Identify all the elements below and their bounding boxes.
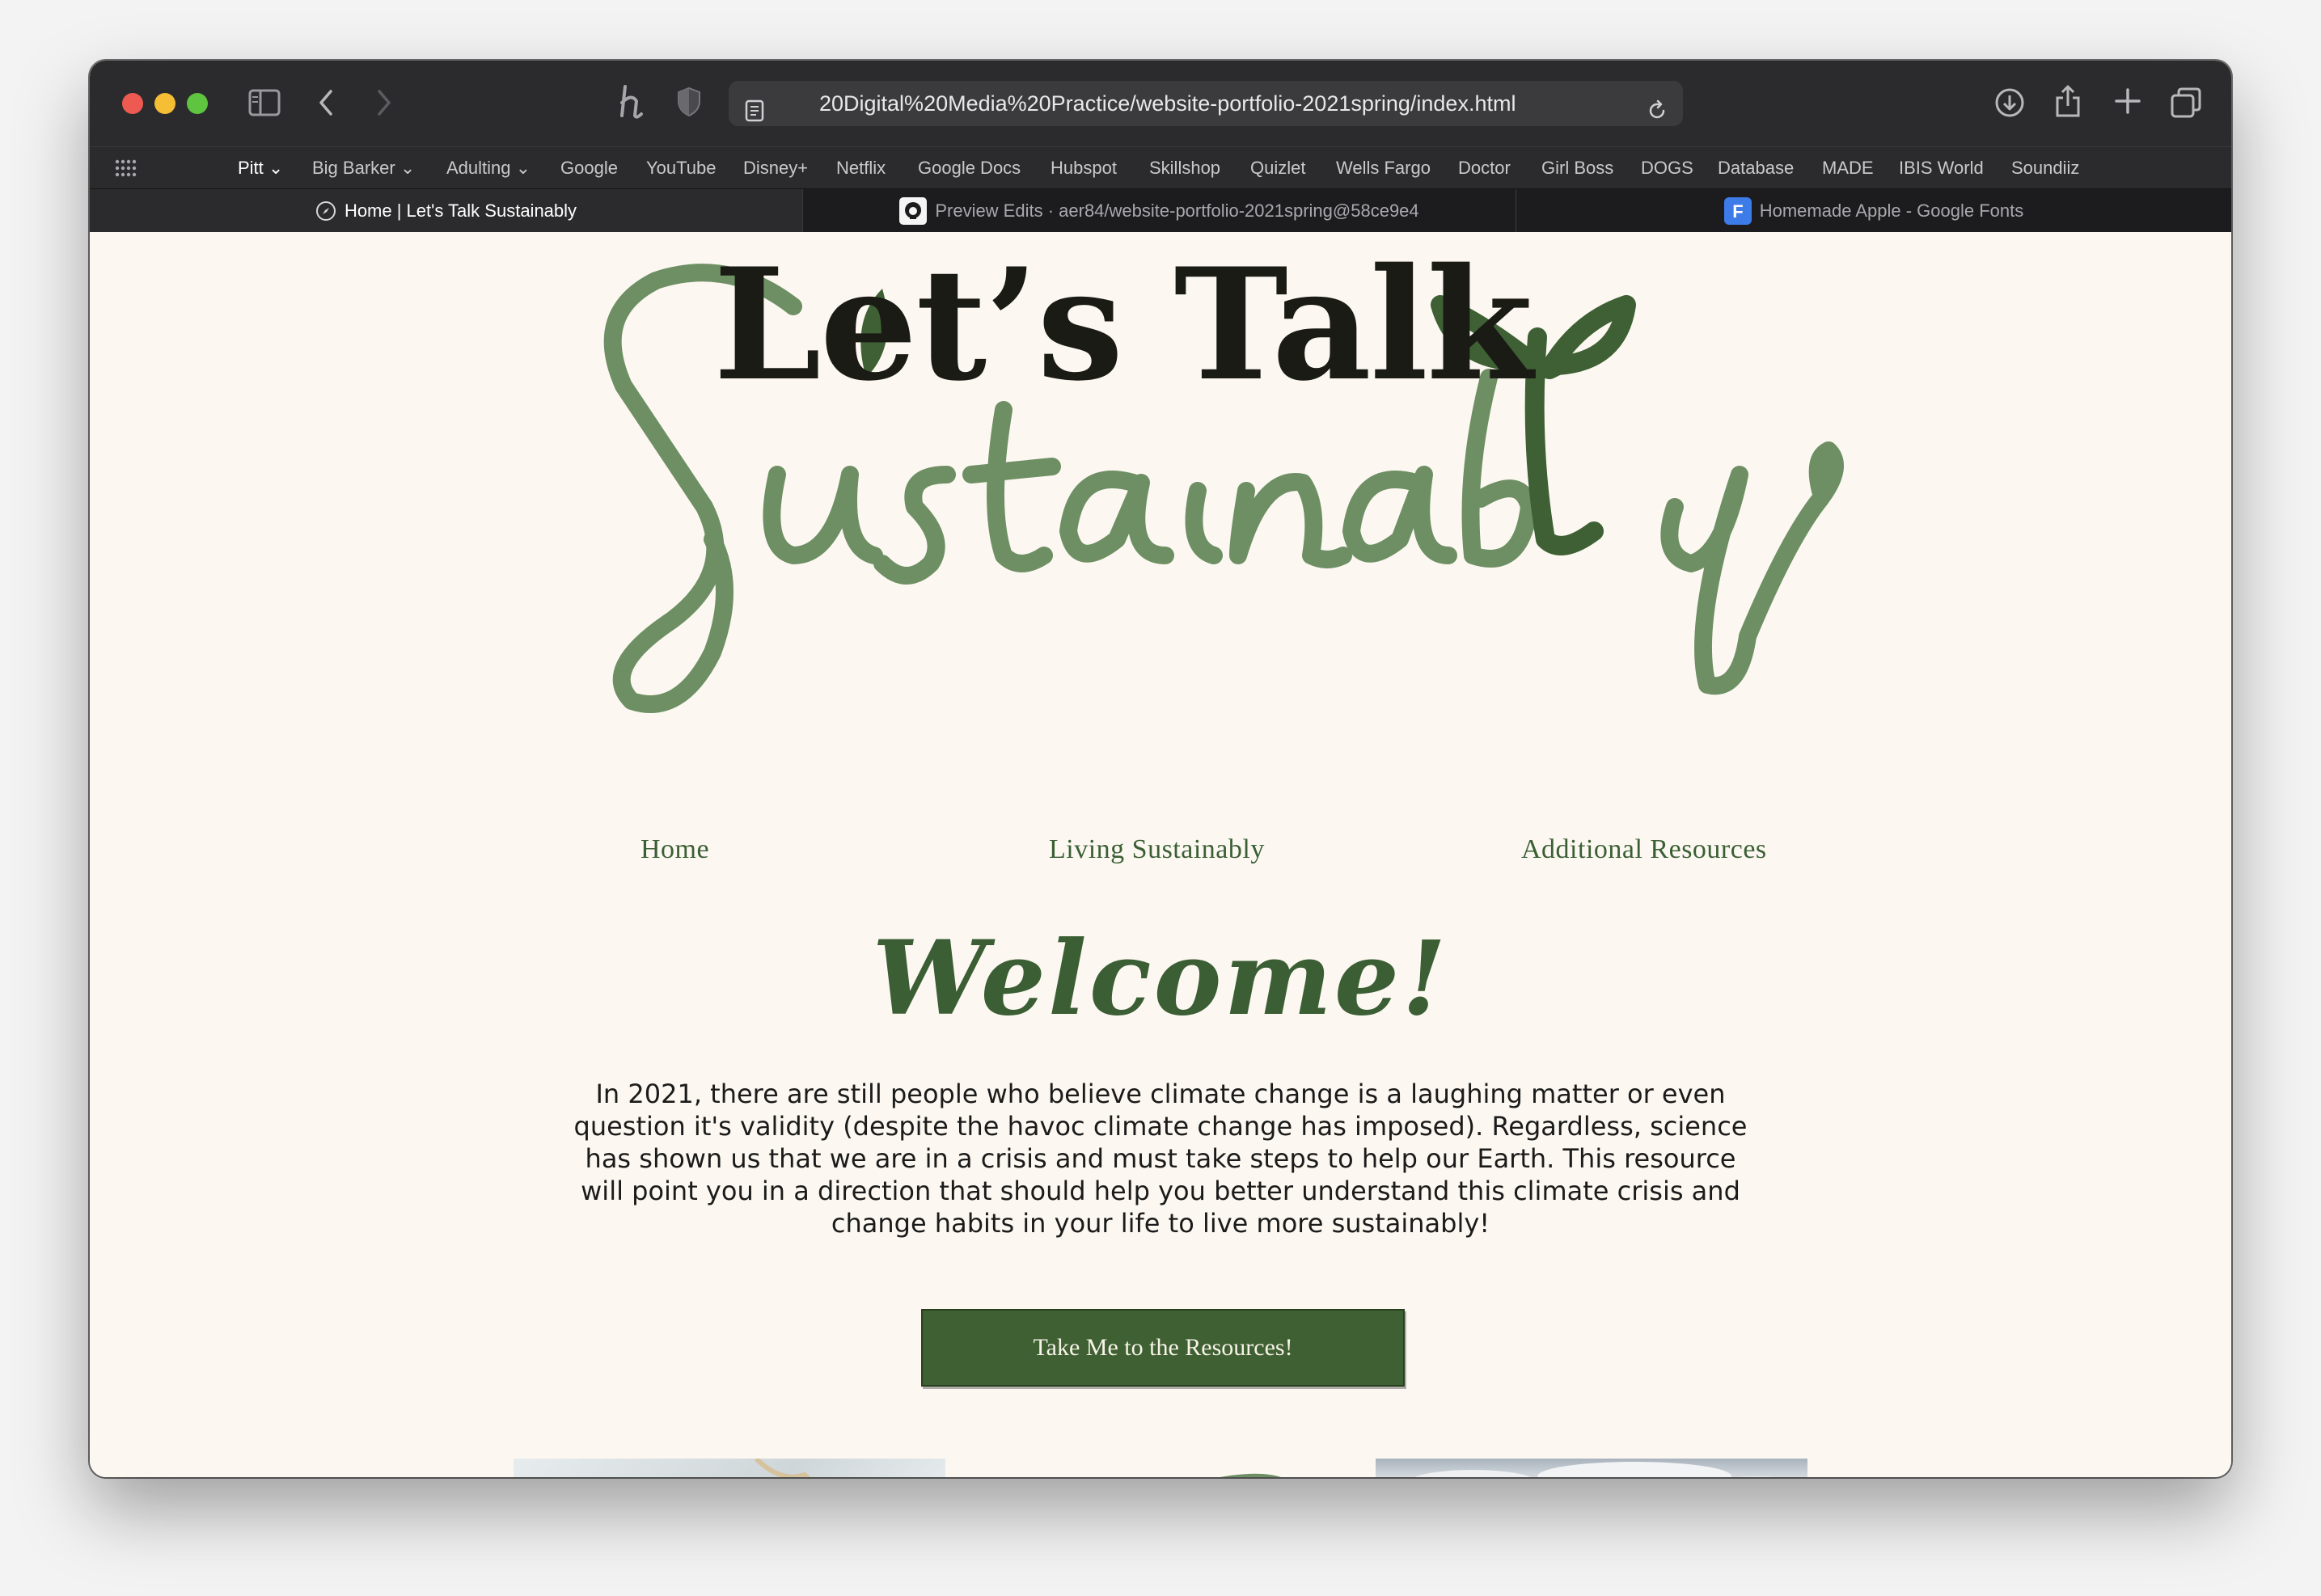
tab-label: Home | Let's Talk Sustainably <box>344 201 577 221</box>
bookmark-soundiiz[interactable]: Soundiiz <box>2011 147 2079 189</box>
tab-bar: Home | Let's Talk Sustainably Preview Ed… <box>90 188 2231 233</box>
bookmark-wells-fargo[interactable]: Wells Fargo <box>1336 147 1431 189</box>
tab-label: Preview Edits · aer84/website-portfolio-… <box>935 201 1419 221</box>
bookmark-google[interactable]: Google <box>560 147 618 189</box>
forward-arrow-icon[interactable] <box>374 88 394 117</box>
sidebar-toggle-icon[interactable] <box>248 88 281 117</box>
web-page: Let’s Talk Home Living Sustainably Addit… <box>90 232 2231 1477</box>
browser-window: 20Digital%20Media%20Practice/website-por… <box>90 61 2231 1477</box>
bookmark-quizlet[interactable]: Quizlet <box>1250 147 1305 189</box>
bookmark-database[interactable]: Database <box>1718 147 1794 189</box>
bookmark-youtube[interactable]: YouTube <box>646 147 716 189</box>
chevron-down-icon: ⌄ <box>268 158 284 178</box>
bookmark-doctor[interactable]: Doctor <box>1458 147 1511 189</box>
chevron-down-icon: ⌄ <box>515 158 531 178</box>
tab-overview-icon[interactable] <box>2170 87 2202 119</box>
bookmark-ibis-world[interactable]: IBIS World <box>1899 147 1984 189</box>
bookmark-hubspot[interactable]: Hubspot <box>1051 147 1117 189</box>
bookmark-skillshop[interactable]: Skillshop <box>1149 147 1220 189</box>
brush-stroke-graphic <box>1020 1469 1392 1477</box>
bookmark-made[interactable]: MADE <box>1822 147 1874 189</box>
chevron-down-icon: ⌄ <box>400 158 416 178</box>
intro-paragraph: In 2021, there are still people who beli… <box>573 1079 1748 1239</box>
github-icon <box>899 197 928 225</box>
welcome-heading: Welcome! <box>872 918 1449 1038</box>
sky-photo-thumbnail[interactable] <box>1376 1459 1807 1477</box>
tab-preview-edits[interactable]: Preview Edits · aer84/website-portfolio-… <box>803 189 1516 233</box>
browser-toolbar: 20Digital%20Media%20Practice/website-por… <box>90 61 2231 146</box>
google-fonts-icon: F <box>1723 197 1752 225</box>
bookmark-pitt[interactable]: Pitt ⌄ <box>238 147 283 189</box>
bookmark-label: Pitt <box>238 158 264 178</box>
tab-google-fonts[interactable]: F Homemade Apple - Google Fonts <box>1516 189 2231 233</box>
bookmark-disney[interactable]: Disney+ <box>743 147 808 189</box>
marble-photo-thumbnail[interactable] <box>514 1459 945 1477</box>
bookmark-big-barker[interactable]: Big Barker ⌄ <box>312 147 415 189</box>
zoom-window-button[interactable] <box>187 93 208 114</box>
logo-title: Let’s Talk <box>713 234 1533 415</box>
svg-text:F: F <box>1732 201 1743 222</box>
bookmark-girl-boss[interactable]: Girl Boss <box>1541 147 1613 189</box>
new-tab-plus-icon[interactable] <box>2113 87 2142 116</box>
bookmark-google-docs[interactable]: Google Docs <box>918 147 1021 189</box>
bookmark-adulting[interactable]: Adulting ⌄ <box>446 147 531 189</box>
reload-icon[interactable] <box>1646 92 1668 137</box>
bookmarks-bar: Pitt ⌄ Big Barker ⌄ Adulting ⌄ Google Yo… <box>90 146 2231 188</box>
compass-icon <box>315 201 336 222</box>
bookmark-dogs[interactable]: DOGS <box>1641 147 1693 189</box>
honey-extension-icon[interactable] <box>615 83 648 120</box>
bookmark-label: Adulting <box>446 158 511 178</box>
nav-link-home[interactable]: Home <box>640 834 709 865</box>
privacy-shield-icon[interactable] <box>677 87 701 117</box>
resources-cta-button[interactable]: Take Me to the Resources! <box>921 1309 1405 1387</box>
address-bar[interactable]: 20Digital%20Media%20Practice/website-por… <box>729 81 1683 126</box>
site-nav: Home Living Sustainably Additional Resou… <box>90 834 2231 883</box>
share-icon[interactable] <box>2053 83 2082 119</box>
tab-home[interactable]: Home | Let's Talk Sustainably <box>90 189 803 233</box>
back-arrow-icon[interactable] <box>316 88 336 117</box>
bookmark-netflix[interactable]: Netflix <box>836 147 886 189</box>
apps-grid-icon[interactable] <box>114 158 138 182</box>
nav-link-living-sustainably[interactable]: Living Sustainably <box>1049 834 1265 865</box>
tab-label: Homemade Apple - Google Fonts <box>1759 201 2024 221</box>
reader-page-icon[interactable] <box>745 92 764 137</box>
nav-link-additional-resources[interactable]: Additional Resources <box>1521 834 1767 865</box>
minimize-window-button[interactable] <box>154 93 175 114</box>
url-text: 20Digital%20Media%20Practice/website-por… <box>819 91 1516 116</box>
close-window-button[interactable] <box>122 93 143 114</box>
bookmark-label: Big Barker <box>312 158 395 178</box>
download-icon[interactable] <box>1993 87 2026 119</box>
